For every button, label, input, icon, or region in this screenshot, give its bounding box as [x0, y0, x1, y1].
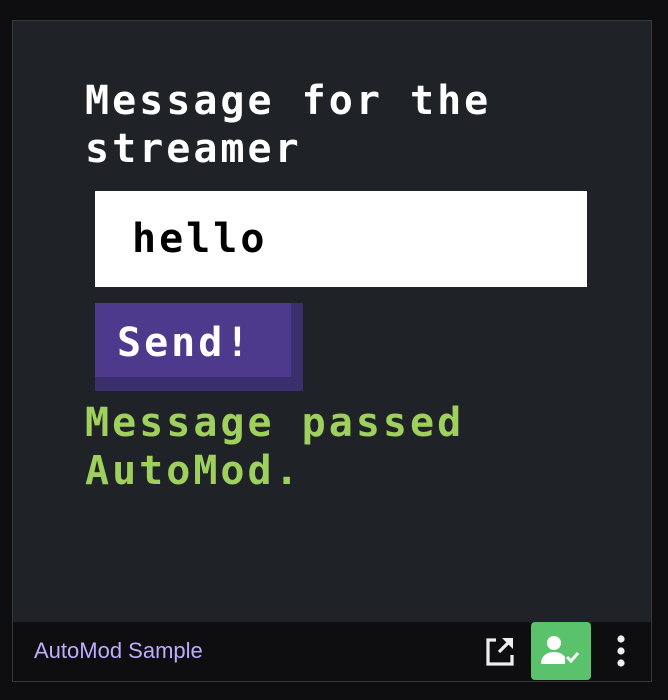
status-message: Message passed AutoMod.: [85, 400, 465, 494]
extension-name: AutoMod Sample: [34, 638, 203, 663]
send-button-label: Send!: [95, 303, 291, 377]
popout-button[interactable]: [476, 622, 524, 680]
extension-content: Message for the streamer Send! Message p…: [13, 21, 651, 621]
extension-footer: AutoMod Sample: [13, 621, 651, 681]
more-options-icon: [617, 635, 625, 667]
message-input[interactable]: [95, 191, 587, 287]
manage-access-button[interactable]: [531, 622, 591, 680]
more-options-button[interactable]: [601, 622, 641, 680]
send-button[interactable]: Send!: [95, 303, 303, 391]
popout-icon: [486, 637, 514, 666]
message-heading: Message for the streamer: [85, 78, 492, 172]
extension-panel: Message for the streamer Send! Message p…: [12, 20, 652, 682]
manage-access-icon: [541, 636, 580, 664]
